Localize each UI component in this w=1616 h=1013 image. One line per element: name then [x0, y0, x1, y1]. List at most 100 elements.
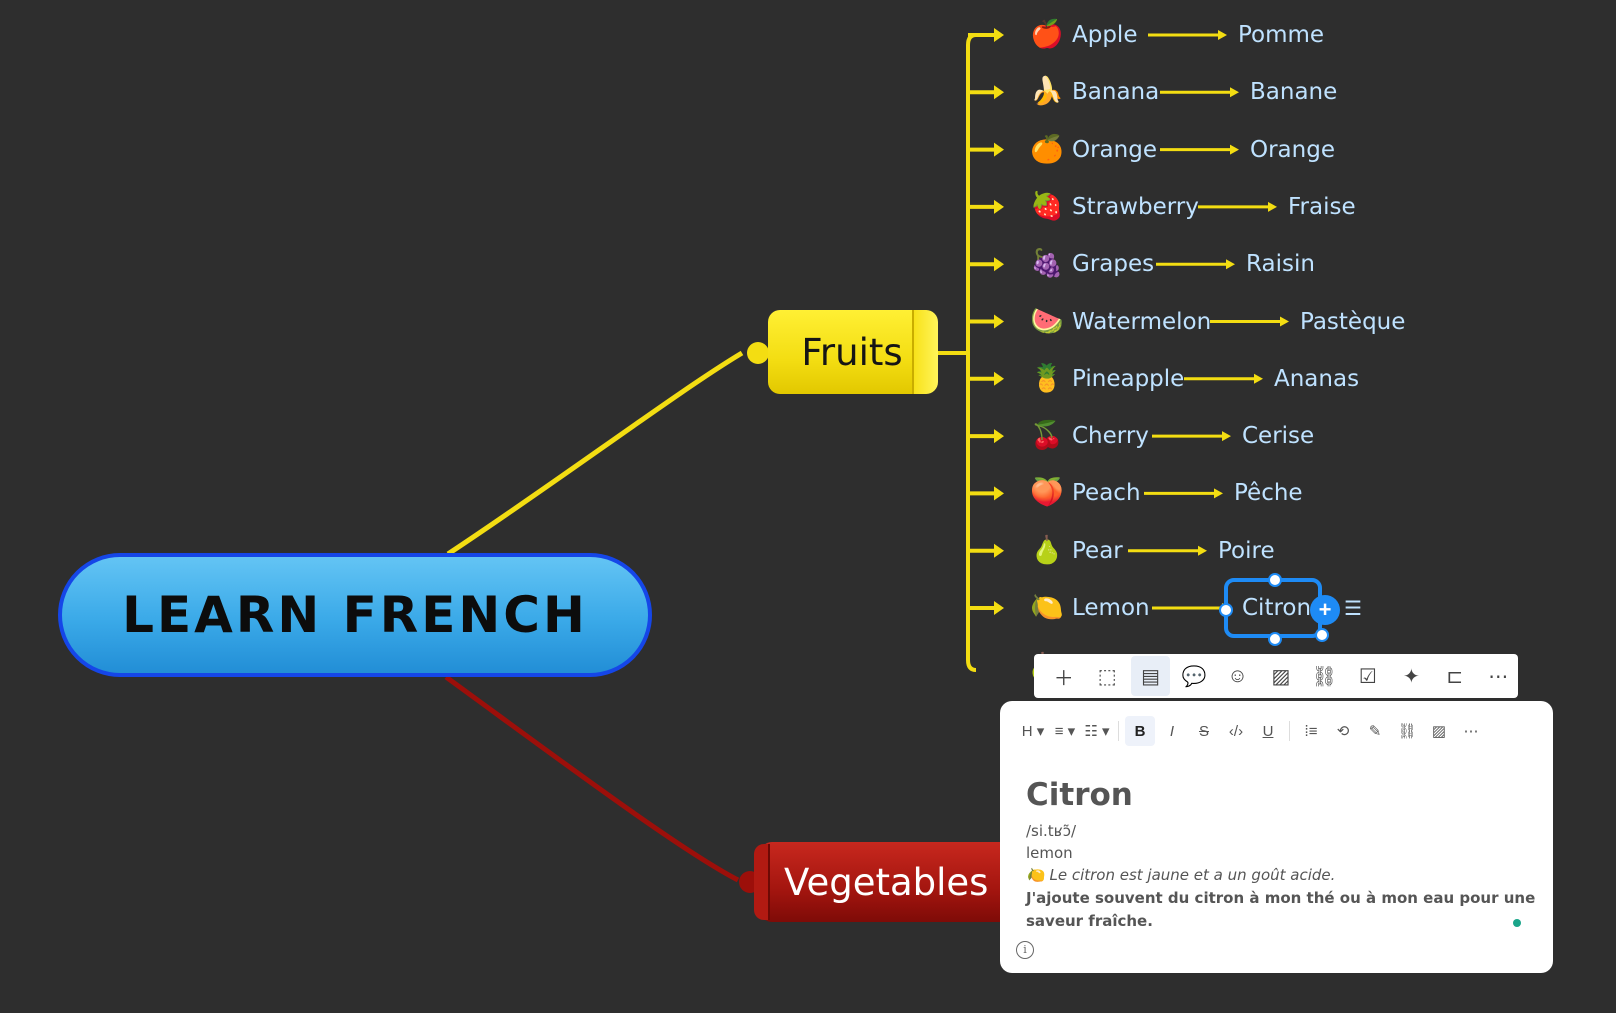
fruit-english-lemon[interactable]: Lemon	[1072, 593, 1150, 623]
fruit-branch-arrowhead-0	[994, 28, 1004, 42]
comment-icon[interactable]: 💬	[1174, 656, 1213, 696]
root-topic-label: LEARN FRENCH	[122, 586, 588, 644]
add-subtopic-button[interactable]: +	[1310, 595, 1340, 625]
fruit-english-pear[interactable]: Pear	[1072, 536, 1123, 566]
list-icon[interactable]: ☷ ▾	[1082, 716, 1112, 746]
link-icon[interactable]: ⛓	[1305, 656, 1344, 696]
fruit-english-banana[interactable]: Banana	[1072, 77, 1159, 107]
root-fruits-connector	[446, 350, 744, 557]
translation-arrowhead-2	[1230, 144, 1239, 155]
selection-handle-left[interactable]	[1219, 603, 1233, 617]
fruit-french-8[interactable]: Pêche	[1234, 478, 1303, 508]
underline-icon[interactable]: U	[1253, 716, 1283, 746]
fruits-connector-dot	[747, 342, 769, 364]
fruit-french-5[interactable]: Pastèque	[1300, 307, 1405, 337]
image-icon[interactable]: ▨	[1424, 716, 1454, 746]
topic-vegetables-cap	[754, 844, 770, 920]
note-translation[interactable]: lemon	[1026, 844, 1073, 862]
topic-floating-toolbar: ＋ ⬚ ▤ 💬 ☺ ▨ ⛓ ☑ ✦ ⊏ ⋯	[1034, 654, 1518, 698]
translation-arrowhead-5	[1280, 316, 1289, 327]
image-icon[interactable]: ▨	[1261, 656, 1300, 696]
fruit-emoji-icon: 🍐	[1030, 534, 1064, 566]
fruit-english-watermelon[interactable]: Watermelon	[1072, 307, 1211, 337]
fruit-branch-arrowhead-3	[994, 199, 1004, 214]
topic-fruits[interactable]: Fruits	[768, 310, 938, 394]
note-format-toolbar: H ▾ ≡ ▾ ☷ ▾ B I S ‹/› U ⁞≡ ⟲ ✎ ⛓ ▨ ⋯	[1018, 715, 1486, 747]
selection-handle-bottom[interactable]	[1268, 632, 1282, 646]
fruit-emoji-icon: 🍑	[1030, 477, 1064, 509]
info-icon[interactable]: i	[1016, 941, 1034, 959]
fruit-emoji-icon: 🍒	[1030, 420, 1064, 452]
note-example-text: Le citron est jaune et a un goût acide.	[1049, 866, 1336, 884]
ai-sparkle-icon[interactable]: ✦	[1392, 656, 1431, 696]
selection-handle-top[interactable]	[1268, 573, 1282, 587]
root-topic-learn-french[interactable]: LEARN FRENCH	[58, 553, 652, 677]
fruit-emoji-icon: 🍍	[1030, 362, 1064, 394]
italic-icon[interactable]: I	[1157, 716, 1187, 746]
fruit-branch-arrowhead-7	[994, 429, 1004, 444]
fruit-bracket	[966, 33, 977, 672]
fruit-english-orange[interactable]: Orange	[1072, 135, 1157, 165]
fruit-french-2[interactable]: Orange	[1250, 135, 1335, 165]
topic-menu-icon[interactable]: ☰	[1344, 599, 1362, 619]
heading-icon[interactable]: H ▾	[1018, 716, 1048, 746]
fruit-french-3[interactable]: Fraise	[1288, 192, 1356, 222]
note-sentence[interactable]: J'ajoute souvent du citron à mon thé ou …	[1026, 889, 1535, 907]
fruit-english-peach[interactable]: Peach	[1072, 478, 1141, 508]
note-pronunciation[interactable]: /si.tʁɔ̃/	[1026, 822, 1076, 840]
fruit-french-4[interactable]: Raisin	[1246, 249, 1315, 279]
fruit-branch-arrowhead-5	[994, 314, 1004, 329]
fruit-branch-arrowhead-10	[994, 601, 1004, 615]
bold-icon[interactable]: B	[1125, 716, 1155, 746]
fruit-english-grapes[interactable]: Grapes	[1072, 249, 1154, 279]
fruit-branch-arrowhead-6	[994, 371, 1004, 386]
emoji-icon[interactable]: ☺	[1218, 656, 1257, 696]
fruit-emoji-icon: 🍊	[1030, 133, 1064, 165]
translation-arrowhead-9	[1198, 545, 1207, 556]
translation-arrowhead-6	[1254, 373, 1263, 384]
quote-icon[interactable]: ⁞≡	[1296, 716, 1326, 746]
fruit-branch-arrowhead-8	[994, 486, 1004, 501]
selection-handle-corner[interactable]	[1315, 628, 1329, 642]
fruit-french-0[interactable]: Pomme	[1238, 20, 1324, 50]
note-status-dot	[1513, 919, 1521, 927]
topic-vegetables[interactable]: Vegetables	[754, 842, 1020, 922]
translation-arrowhead-8	[1214, 488, 1223, 499]
fruit-english-pineapple[interactable]: Pineapple	[1072, 364, 1184, 394]
fruit-french-7[interactable]: Cerise	[1242, 421, 1314, 451]
topic-vegetables-label: Vegetables	[784, 860, 989, 904]
highlight-icon[interactable]: ✎	[1360, 716, 1390, 746]
fruit-emoji-icon: 🍓	[1030, 190, 1064, 222]
fruit-french-1[interactable]: Banane	[1250, 77, 1337, 107]
text-box-icon[interactable]: ⬚	[1087, 656, 1126, 696]
note-icon[interactable]: ▤	[1130, 656, 1171, 696]
embed-icon[interactable]: ⟲	[1328, 716, 1358, 746]
fruit-english-apple[interactable]: Apple	[1072, 20, 1137, 50]
fruit-emoji-icon: 🍇	[1030, 248, 1064, 280]
strikethrough-icon[interactable]: S	[1189, 716, 1219, 746]
fruit-branch-arrowhead-4	[994, 257, 1004, 272]
structure-icon[interactable]: ⊏	[1435, 656, 1474, 696]
fruit-french-6[interactable]: Ananas	[1274, 364, 1359, 394]
translation-arrowhead-1	[1230, 87, 1239, 98]
note-example[interactable]: 🍋 Le citron est jaune et a un goût acide…	[1026, 866, 1335, 884]
selected-topic-frame[interactable]	[1224, 578, 1322, 638]
more-icon[interactable]: ⋯	[1456, 716, 1486, 746]
link-icon[interactable]: ⛓	[1392, 716, 1422, 746]
code-icon[interactable]: ‹/›	[1221, 716, 1251, 746]
fruit-french-9[interactable]: Poire	[1218, 536, 1275, 566]
fruit-english-cherry[interactable]: Cherry	[1072, 421, 1149, 451]
fruit-english-strawberry[interactable]: Strawberry	[1072, 192, 1199, 222]
task-icon[interactable]: ☑	[1348, 656, 1387, 696]
fruit-branch-arrowhead-2	[994, 142, 1004, 157]
topic-fruits-label: Fruits	[801, 330, 903, 374]
note-title[interactable]: Citron	[1026, 777, 1133, 813]
more-icon[interactable]: ⋯	[1479, 656, 1518, 696]
note-sentence-cont[interactable]: saveur fraîche.	[1026, 912, 1153, 930]
add-topic-icon[interactable]: ＋	[1044, 656, 1083, 696]
align-icon[interactable]: ≡ ▾	[1050, 716, 1080, 746]
fruit-emoji-icon: 🍉	[1030, 305, 1064, 337]
topic-fruits-cap	[912, 310, 938, 394]
note-panel: H ▾ ≡ ▾ ☷ ▾ B I S ‹/› U ⁞≡ ⟲ ✎ ⛓ ▨ ⋯ Cit…	[1000, 701, 1553, 973]
fruit-emoji-icon: 🍌	[1030, 76, 1064, 108]
